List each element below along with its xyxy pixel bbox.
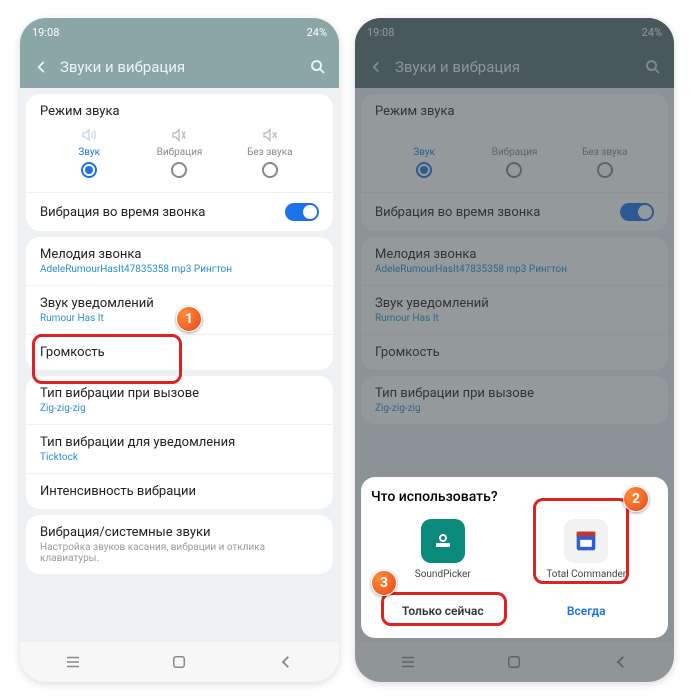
app-soundpicker-label: SoundPicker [415,569,471,580]
mode-vibration[interactable]: Вибрация [135,127,224,178]
radio-sound[interactable] [81,162,97,178]
choice-always[interactable]: Всегда [515,596,659,626]
toggle-vib-on-call[interactable] [285,203,319,221]
nav-back-icon[interactable] [277,653,295,671]
vib-on-call-label: Вибрация во время звонка [40,205,205,220]
mode-mute[interactable]: Без звука [225,127,314,178]
badge-3: 3 [371,570,397,596]
phone-right: 19:08 24% Звуки и вибрация Режим звука З… [355,18,674,682]
app-list: SoundPicker Total Commander [371,519,658,580]
header-bar: Звуки и вибрация [20,46,339,88]
mode-label: Режим звука [40,104,319,119]
row-mode-label: Режим звука Звук Вибрация Без звука [26,94,333,193]
card-ringtone: Мелодия звонка AdeleRumourHasIt47835358 … [26,237,333,370]
mute-icon [261,127,279,143]
card-system: Вибрация/системные звуки Настройка звуко… [26,515,333,574]
status-bar: 19:08 24% [20,18,339,46]
app-totalcommander[interactable]: Total Commander [541,519,631,580]
system-title: Вибрация/системные звуки [40,525,319,540]
vibration-icon [170,127,188,143]
row-vib-call[interactable]: Тип вибрации при вызове Zig-zig-zig [26,376,333,425]
choice-once[interactable]: Только сейчас [371,596,515,626]
nav-bar [20,642,339,682]
intensity-label: Интенсивность вибрации [40,484,319,499]
page-title: Звуки и вибрация [60,58,309,76]
content-scroll[interactable]: Режим звука Звук Вибрация Без звука [20,88,339,642]
nav-home-icon[interactable] [170,653,188,671]
app-totalcommander-label: Total Commander [546,569,626,580]
row-intensity[interactable]: Интенсивность вибрации [26,474,333,509]
battery-text: 24% [307,26,327,39]
vib-call-sub: Zig-zig-zig [40,403,319,414]
radio-vibration[interactable] [171,162,187,178]
row-system-sounds[interactable]: Вибрация/системные звуки Настройка звуко… [26,515,333,574]
soundpicker-icon [421,519,465,563]
vib-call-title: Тип вибрации при вызове [40,386,319,401]
app-chooser-sheet: Что использовать? SoundPicker Total Comm… [361,477,668,638]
card-vibration: Тип вибрации при вызове Zig-zig-zig Тип … [26,376,333,509]
row-volume[interactable]: Громкость [26,335,333,370]
vib-notif-title: Тип вибрации для уведомления [40,435,319,450]
ringtone-sub: AdeleRumourHasIt47835358 mp3 Рингтон [40,264,319,275]
mode-sound[interactable]: Звук [44,127,133,178]
radio-mute[interactable] [262,162,278,178]
row-vib-on-call[interactable]: Вибрация во время звонка [26,193,333,231]
mode-vibration-label: Вибрация [157,147,203,158]
app-soundpicker[interactable]: SoundPicker [398,519,488,580]
vib-notif-sub: Ticktock [40,452,319,463]
choice-row: Только сейчас Всегда [371,596,658,626]
phone-left: 19:08 24% Звуки и вибрация Режим звука З… [20,18,339,682]
badge-2: 2 [623,486,649,512]
search-icon[interactable] [309,58,327,76]
mode-mute-label: Без звука [247,147,292,158]
row-vib-notif[interactable]: Тип вибрации для уведомления Ticktock [26,425,333,474]
row-ringtone[interactable]: Мелодия звонка AdeleRumourHasIt47835358 … [26,237,333,286]
status-right: 24% [307,26,327,39]
card-sound-mode: Режим звука Звук Вибрация Без звука [26,94,333,231]
mode-sound-label: Звук [78,147,100,158]
system-sub: Настройка звуков касания, вибрации и отк… [40,542,319,564]
volume-label: Громкость [40,345,319,360]
nav-recents-icon[interactable] [64,653,82,671]
modes-group: Звук Вибрация Без звука [40,119,319,182]
back-icon[interactable] [32,58,50,76]
badge-1: 1 [176,306,202,332]
status-time: 19:08 [32,26,59,39]
sheet-title: Что использовать? [371,489,658,505]
ringtone-title: Мелодия звонка [40,247,319,262]
totalcommander-icon [564,519,608,563]
sound-icon [80,127,98,143]
